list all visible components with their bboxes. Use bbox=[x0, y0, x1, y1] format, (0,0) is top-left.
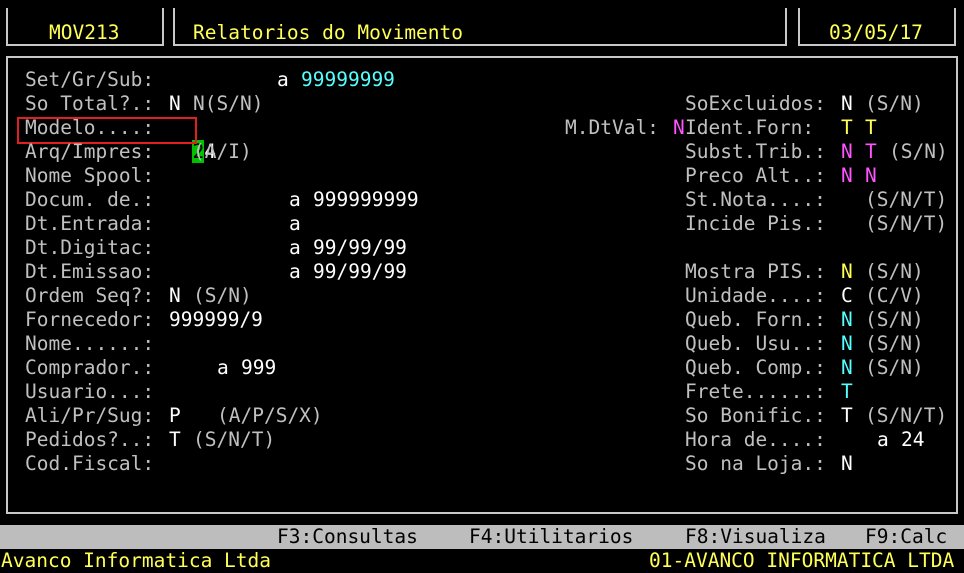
dtemissao-label: Dt.Emissao: bbox=[25, 260, 155, 283]
mdtval-field[interactable]: N bbox=[673, 116, 685, 140]
stnota-options: (S/N/T) bbox=[865, 188, 948, 211]
dtdigitac-label: Dt.Digitac: bbox=[25, 236, 155, 259]
mostrapis-options: (S/N) bbox=[865, 260, 924, 283]
pedidos-field[interactable]: T bbox=[169, 428, 181, 452]
quebusu-field[interactable]: N bbox=[841, 332, 853, 356]
comprador-label: Comprador.: bbox=[25, 356, 155, 379]
ordem-options: (S/N) bbox=[193, 284, 252, 307]
substtrib-label: Subst.Trib.: bbox=[685, 140, 826, 163]
substtrib-field-1[interactable]: N bbox=[841, 140, 853, 164]
pedidos-label: Pedidos?..: bbox=[25, 428, 155, 451]
unidade-options: (C/V) bbox=[865, 284, 924, 307]
quebcomp-field[interactable]: N bbox=[841, 356, 853, 380]
usuario-label: Usuario...: bbox=[25, 380, 155, 403]
setgr-label: Set/Gr/Sub: bbox=[25, 68, 155, 91]
screen-title: Relatorios do Movimento bbox=[193, 21, 464, 44]
quebusu-options: (S/N) bbox=[865, 332, 924, 355]
f9-calc-key[interactable]: F9:Calc bbox=[865, 525, 947, 549]
sototal-options: N(S/N) bbox=[193, 92, 264, 115]
f4-utilitarios-key[interactable]: F4:Utilitarios bbox=[469, 525, 633, 549]
setgr-to-separator: a bbox=[277, 68, 289, 91]
incidepis-label: Incide Pis.: bbox=[685, 212, 826, 235]
quebforn-options: (S/N) bbox=[865, 308, 924, 331]
substtrib-field-2[interactable]: T bbox=[865, 140, 877, 164]
f3-consultas-key[interactable]: F3:Consultas bbox=[277, 525, 418, 549]
comprador-to-field[interactable]: 999 bbox=[241, 356, 276, 380]
nome-label: Nome......: bbox=[25, 332, 155, 355]
ali-options: (A/P/S/X) bbox=[217, 404, 323, 427]
current-date: 03/05/17 bbox=[829, 21, 923, 44]
docum-to-separator: a bbox=[289, 188, 301, 211]
ali-label: Ali/Pr/Sug: bbox=[25, 404, 155, 427]
ali-field[interactable]: P bbox=[169, 404, 181, 428]
identforn-field-1[interactable]: T bbox=[841, 116, 853, 140]
quebforn-field[interactable]: N bbox=[841, 308, 853, 332]
dtemissao-to-separator: a bbox=[289, 260, 301, 283]
mostrapis-label: Mostra PIS.: bbox=[685, 260, 826, 283]
quebusu-label: Queb. Usu..: bbox=[685, 332, 826, 355]
mdtval-label: M.DtVal: bbox=[565, 116, 659, 139]
horade-to-field[interactable]: 24 bbox=[901, 428, 924, 452]
dtentrada-label: Dt.Entrada: bbox=[25, 212, 155, 235]
quebcomp-label: Queb. Comp.: bbox=[685, 356, 826, 379]
ordem-label: Ordem Seq?: bbox=[25, 284, 155, 307]
dtdigitac-to-field[interactable]: 99/99/99 bbox=[313, 236, 407, 260]
identforn-label: Ident.Forn: bbox=[685, 116, 815, 139]
identforn-field-2[interactable]: T bbox=[865, 116, 877, 140]
branch-name: 01-AVANCO INFORMATICA LTDA bbox=[649, 549, 955, 572]
arq-label: Arq/Impres: bbox=[25, 140, 155, 163]
fornecedor-label: Fornecedor: bbox=[25, 308, 155, 331]
horade-label: Hora de....: bbox=[685, 428, 826, 451]
program-code: MOV213 bbox=[49, 21, 120, 44]
frete-label: Frete......: bbox=[685, 380, 826, 403]
horade-to-separator: a bbox=[877, 428, 889, 451]
soexcluidos-label: SoExcluidos: bbox=[685, 92, 826, 115]
unidade-label: Unidade....: bbox=[685, 284, 826, 307]
sototal-label: So Total?.: bbox=[25, 92, 155, 115]
dtemissao-to-field[interactable]: 99/99/99 bbox=[313, 260, 407, 284]
frete-field[interactable]: T bbox=[841, 380, 853, 404]
comprador-to-separator: a bbox=[217, 356, 229, 379]
setgr-to-field[interactable]: 99999999 bbox=[301, 68, 395, 92]
soexcluidos-options: (S/N) bbox=[865, 92, 924, 115]
dtentrada-to-separator: a bbox=[289, 212, 301, 235]
pedidos-options: (S/N/T) bbox=[193, 428, 276, 451]
stnota-label: St.Nota....: bbox=[685, 188, 826, 211]
ordem-field[interactable]: N bbox=[169, 284, 181, 308]
sototal-field[interactable]: N bbox=[169, 92, 181, 116]
quebcomp-options: (S/N) bbox=[865, 356, 924, 379]
docum-label: Docum. de.: bbox=[25, 188, 155, 211]
substtrib-options: (S/N) bbox=[889, 140, 948, 163]
precoalt-field-2[interactable]: N bbox=[865, 164, 877, 188]
sonaloja-field[interactable]: N bbox=[841, 452, 853, 476]
sobonific-label: So Bonific.: bbox=[685, 404, 826, 427]
dtdigitac-to-separator: a bbox=[289, 236, 301, 259]
spool-label: Nome Spool: bbox=[25, 164, 155, 187]
company-name: Avanco Informatica Ltda bbox=[1, 549, 272, 572]
soexcluidos-field[interactable]: N bbox=[841, 92, 853, 116]
sonaloja-label: So na Loja.: bbox=[685, 452, 826, 475]
mostrapis-field[interactable]: N bbox=[841, 260, 853, 284]
sobonific-options: (S/N/T) bbox=[865, 404, 948, 427]
unidade-field[interactable]: C bbox=[841, 284, 853, 308]
quebforn-label: Queb. Forn.: bbox=[685, 308, 826, 331]
incidepis-options: (S/N/T) bbox=[865, 212, 948, 235]
arq-options: (A/I) bbox=[193, 140, 252, 163]
precoalt-label: Preco Alt..: bbox=[685, 164, 826, 187]
docum-to-field[interactable]: 999999999 bbox=[313, 188, 419, 212]
fornecedor-field[interactable]: 999999/9 bbox=[169, 308, 263, 332]
f8-visualiza-key[interactable]: F8:Visualiza bbox=[685, 525, 826, 549]
codfiscal-label: Cod.Fiscal: bbox=[25, 452, 155, 475]
sobonific-field[interactable]: T bbox=[841, 404, 853, 428]
precoalt-field-1[interactable]: N bbox=[841, 164, 853, 188]
